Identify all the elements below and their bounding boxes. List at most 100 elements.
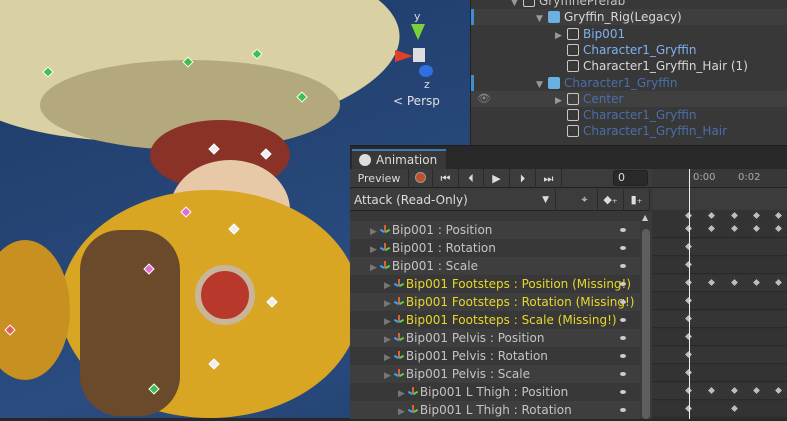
- options-icon[interactable]: [620, 264, 626, 268]
- hierarchy-item-label: Center: [583, 91, 624, 106]
- expand-arrow-icon[interactable]: ▶: [384, 281, 391, 291]
- transform-icon: [393, 333, 405, 343]
- options-icon[interactable]: [620, 372, 626, 376]
- hierarchy-item[interactable]: 👁 ▶ Center: [471, 90, 787, 107]
- add-keyframe-button[interactable]: ◆₊: [598, 189, 624, 211]
- property-row[interactable]: ▶ Bip001 Footsteps : Scale (Missing!): [350, 311, 640, 329]
- first-keyframe-button[interactable]: ⏮: [433, 169, 459, 188]
- hierarchy-item[interactable]: Character1_Gryffin: [471, 107, 787, 123]
- hierarchy-item[interactable]: ▼ GryffinePrefab: [471, 0, 787, 9]
- options-icon[interactable]: [620, 282, 626, 286]
- hierarchy-item[interactable]: Character1_Gryffin_Hair: [471, 123, 787, 139]
- clip-name: Attack (Read-Only): [354, 193, 468, 207]
- property-label: Bip001 : Position: [391, 223, 493, 237]
- property-label: Bip001 L Thigh : Rotation: [419, 403, 572, 417]
- gameobject-icon: [567, 43, 579, 56]
- next-keyframe-button[interactable]: ⏵: [510, 169, 536, 188]
- dopesheet[interactable]: 0:00 0:02: [652, 169, 787, 419]
- play-button[interactable]: ▶: [484, 169, 510, 188]
- preview-button[interactable]: Preview: [350, 169, 409, 188]
- property-label: Bip001 Pelvis : Position: [405, 331, 545, 345]
- expand-arrow-icon[interactable]: ▶: [384, 299, 391, 309]
- property-row[interactable]: ▶ Bip001 Footsteps : Rotation (Missing!): [350, 293, 640, 311]
- expand-arrow-icon[interactable]: ▶: [370, 263, 377, 273]
- gameobject-icon: [567, 92, 579, 105]
- projection-toggle[interactable]: < Persp: [393, 94, 440, 108]
- property-list: ▶ Bip001 : Position ▶ Bip001 : Rotation ▶ Bip…: [350, 211, 640, 419]
- property-row[interactable]: ▶ Bip001 Pelvis : Scale: [350, 365, 640, 383]
- hierarchy-item-label: Character1_Gryffin_Hair (1): [583, 59, 748, 74]
- hierarchy-panel: ▼ GryffinePrefab ▼ Gryffin_Rig(Legacy) ▶ Bip0…: [470, 0, 787, 145]
- time-ruler[interactable]: [652, 169, 787, 188]
- expand-arrow-icon[interactable]: ▶: [384, 317, 391, 327]
- property-label: Bip001 : Rotation: [391, 241, 496, 255]
- last-keyframe-button[interactable]: ⏭: [536, 169, 562, 188]
- expand-arrow-icon[interactable]: ▶: [384, 353, 391, 363]
- keyframe-lane: [652, 293, 787, 310]
- z-axis-cone[interactable]: [419, 65, 433, 77]
- property-row[interactable]: ▶ Bip001 Pelvis : Rotation: [350, 347, 640, 365]
- options-icon[interactable]: [620, 228, 626, 232]
- property-row[interactable]: ▶ Bip001 : Position: [350, 221, 640, 239]
- y-axis-cone[interactable]: [411, 24, 425, 40]
- options-icon[interactable]: [620, 354, 626, 358]
- hierarchy-item[interactable]: ▶ Bip001: [471, 26, 787, 42]
- options-icon[interactable]: [620, 336, 626, 340]
- clip-dropdown[interactable]: Attack (Read-Only) ▼: [350, 189, 556, 211]
- frame-input[interactable]: 0: [613, 170, 648, 186]
- options-icon[interactable]: [620, 318, 626, 322]
- x-axis-cone[interactable]: [395, 50, 413, 62]
- summary-key-row: [652, 210, 787, 221]
- hierarchy-item[interactable]: Character1_Gryffin: [471, 42, 787, 58]
- hierarchy-item[interactable]: Character1_Gryffin_Hair (1): [471, 58, 787, 74]
- keyframe-lane: [652, 275, 787, 292]
- property-row[interactable]: ▶ Bip001 Footsteps : Position (Missing!): [350, 275, 640, 293]
- record-button[interactable]: [409, 169, 433, 188]
- skip-end-icon: ⏭: [543, 172, 554, 185]
- expand-arrow-icon[interactable]: ▶: [398, 407, 405, 417]
- transform-icon: [393, 279, 405, 289]
- orientation-gizmo[interactable]: y z: [395, 10, 445, 91]
- time-label: 0:00: [693, 172, 716, 183]
- add-event-icon: ▮₊: [630, 193, 643, 206]
- gameobject-icon: [567, 109, 579, 122]
- options-icon[interactable]: [620, 408, 626, 412]
- hierarchy-item[interactable]: ▼ Character1_Gryffin: [471, 74, 787, 91]
- options-icon[interactable]: [620, 390, 626, 394]
- property-row[interactable]: ▶ Bip001 : Rotation: [350, 239, 640, 257]
- y-axis-label: y: [414, 10, 421, 23]
- time-label: 0:02: [738, 172, 761, 183]
- scroll-up-icon[interactable]: ▲: [642, 213, 648, 222]
- property-row[interactable]: ▶ Bip001 : Scale: [350, 257, 640, 275]
- transform-icon: [407, 405, 419, 415]
- visibility-eye-icon[interactable]: 👁: [477, 91, 491, 107]
- keyframe-lane: [652, 365, 787, 382]
- hierarchy-item[interactable]: ▼ Gryffin_Rig(Legacy): [471, 9, 787, 26]
- projection-label: Persp: [406, 94, 440, 108]
- expand-arrow-icon[interactable]: ▶: [370, 227, 377, 237]
- playhead[interactable]: [689, 169, 690, 419]
- expand-arrow-icon[interactable]: ▶: [384, 371, 391, 381]
- expand-arrow-icon[interactable]: ▶: [398, 389, 405, 399]
- transform-icon: [393, 297, 405, 307]
- options-icon[interactable]: [620, 246, 626, 250]
- options-icon[interactable]: [620, 300, 626, 304]
- step-forward-icon: ⏵: [519, 172, 526, 185]
- tab-animation[interactable]: Animation: [352, 149, 446, 169]
- center-cube[interactable]: [413, 48, 425, 62]
- prev-keyframe-button[interactable]: ⏴: [459, 169, 484, 188]
- property-row[interactable]: ▶ Bip001 L Thigh : Position: [350, 383, 640, 401]
- property-label: Bip001 Footsteps : Rotation (Missing!): [405, 295, 635, 309]
- filter-selection-button[interactable]: ⌖: [572, 189, 598, 211]
- hierarchy-item-label: Character1_Gryffin: [564, 75, 678, 90]
- hierarchy-item-label: GryffinePrefab: [539, 0, 626, 8]
- chevron-down-icon: ▼: [542, 195, 549, 205]
- add-event-button[interactable]: ▮₊: [624, 189, 650, 211]
- property-scrollbar[interactable]: ▲: [640, 211, 652, 419]
- scrollbar-thumb[interactable]: [642, 229, 650, 419]
- expand-arrow-icon[interactable]: ▶: [384, 335, 391, 345]
- property-row[interactable]: ▶ Bip001 Pelvis : Position: [350, 329, 640, 347]
- expand-arrow-icon[interactable]: ▶: [370, 245, 377, 255]
- transform-icon: [379, 243, 391, 253]
- property-row[interactable]: ▶ Bip001 L Thigh : Rotation: [350, 401, 640, 419]
